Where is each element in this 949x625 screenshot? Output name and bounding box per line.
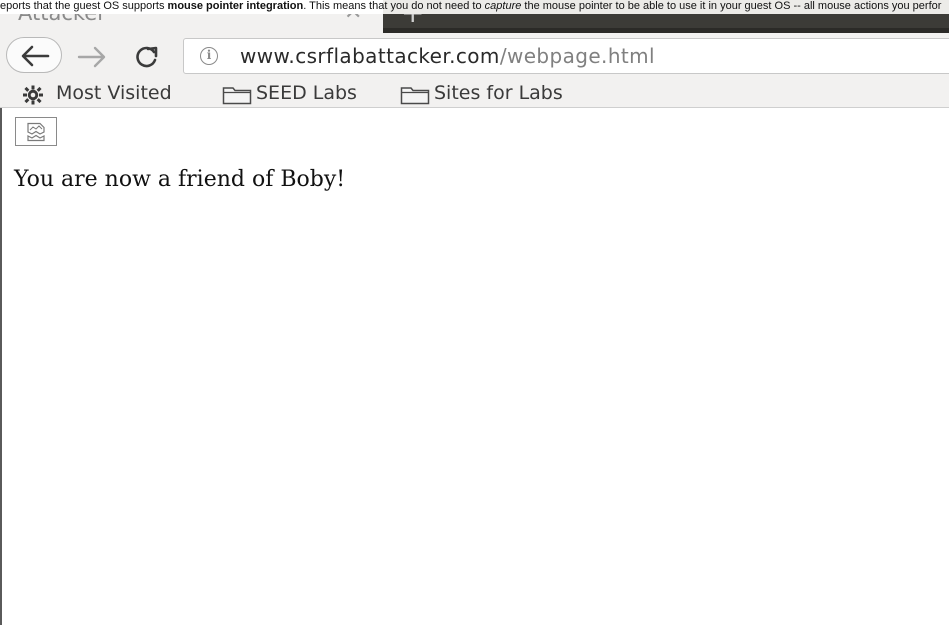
friend-message: You are now a friend of Boby! [14, 167, 346, 192]
folder-icon [400, 87, 430, 105]
broken-image [15, 117, 57, 146]
bookmark-label: Most Visited [56, 82, 172, 104]
folder-icon [222, 87, 252, 105]
reload-icon[interactable] [134, 44, 160, 68]
bookmark-sites-for-labs[interactable]: Sites for Labs [400, 80, 600, 106]
back-button[interactable] [6, 37, 62, 73]
notification-text-bold: mouse pointer integration [167, 0, 304, 12]
navigation-toolbar: i www.csrflabattacker.com/webpage.html [0, 33, 949, 78]
notification-text: eports that the guest OS supports mouse … [0, 0, 941, 13]
gear-icon [23, 85, 43, 105]
url-text[interactable]: www.csrflabattacker.com/webpage.html [240, 43, 655, 69]
bookmark-label: SEED Labs [256, 82, 357, 104]
url-path: /webpage.html [499, 44, 655, 68]
browser-window: Attacker ✕ + eports that the guest OS su… [0, 0, 949, 625]
vm-notification-bar: eports that the guest OS supports mouse … [0, 0, 949, 14]
bookmark-seed-labs[interactable]: SEED Labs [222, 80, 392, 106]
notification-text-middle: . This means that you do not need to [303, 0, 485, 12]
url-domain: www.csrflabattacker.com [240, 44, 500, 68]
notification-text-suffix: the mouse pointer to be able to use it i… [521, 0, 942, 12]
info-icon[interactable]: i [200, 47, 218, 65]
back-arrow-icon [21, 45, 50, 67]
notification-text-italic: capture [484, 0, 522, 12]
bookmark-label: Sites for Labs [434, 82, 563, 104]
forward-arrow-icon[interactable] [77, 46, 107, 68]
page-content: You are now a friend of Boby! [0, 108, 949, 625]
notification-text-prefix: eports that the guest OS supports [0, 0, 168, 12]
url-bar[interactable]: i www.csrflabattacker.com/webpage.html [183, 38, 949, 74]
bookmark-most-visited[interactable]: Most Visited [22, 80, 212, 106]
bookmarks-toolbar: Most Visited SEED Labs Sites for Labs [0, 78, 949, 108]
broken-image-icon [27, 122, 45, 142]
